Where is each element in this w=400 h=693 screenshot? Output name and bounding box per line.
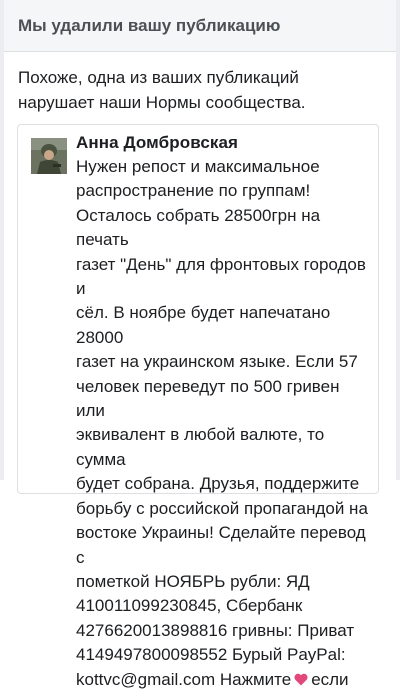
post-text-body: Нужен репост и максимальное распростране… [76,157,368,689]
author-avatar [31,138,67,174]
heart-icon [294,669,308,686]
removed-post-card: Анна Домбровская Нужен репост и максимал… [17,124,379,689]
violation-notice: Похоже, одна из ваших публикаций нарушае… [18,68,306,112]
frame-left-border [0,0,4,480]
post-text-tail: если [311,669,349,689]
dialog-header: Мы удалили вашу публикацию [4,0,396,52]
post-author-name[interactable]: Анна Домбровская [76,133,238,153]
post-text: Нужен репост и максимальное распростране… [76,155,372,692]
frame-right-border [396,0,400,480]
dialog-title: Мы удалили вашу публикацию [18,16,281,35]
